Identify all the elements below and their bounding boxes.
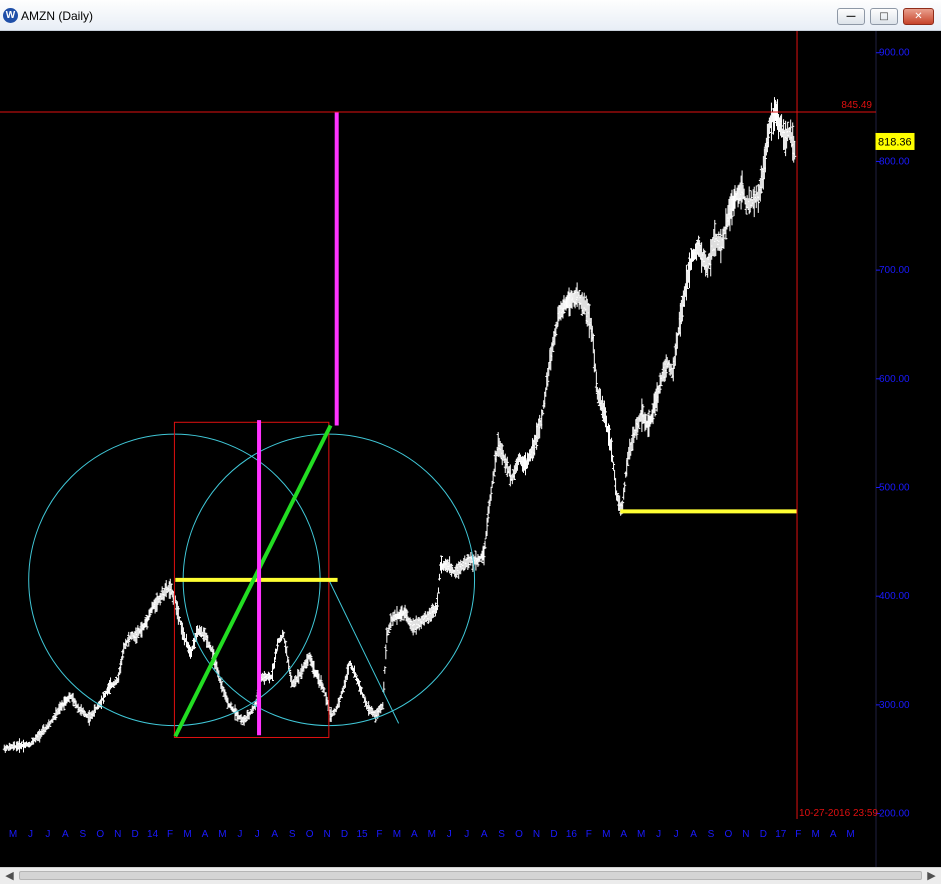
x-tick-label: S	[498, 829, 505, 840]
y-tick-label: 900.00	[879, 48, 910, 59]
x-tick-label: M	[637, 829, 645, 840]
x-tick-label: J	[255, 829, 260, 840]
x-tick-label: N	[323, 829, 330, 840]
x-tick-label: M	[846, 829, 854, 840]
x-tick-label: D	[760, 829, 767, 840]
x-tick-label: J	[464, 829, 469, 840]
last-price-label: 818.36	[878, 136, 912, 148]
y-tick-label: 800.00	[879, 156, 910, 167]
x-tick-label: O	[96, 829, 104, 840]
close-button[interactable]: ✕	[903, 8, 934, 25]
crosshair-time-label: 10-27-2016 23:59	[799, 808, 878, 819]
y-tick-label: 400.00	[879, 591, 910, 602]
x-tick-label: A	[411, 829, 418, 840]
app-logo-icon: W	[3, 8, 18, 23]
x-tick-label: A	[481, 829, 488, 840]
scroll-right-icon[interactable]: ▶	[923, 868, 940, 884]
x-tick-label: S	[708, 829, 715, 840]
x-tick-label: J	[237, 829, 242, 840]
x-tick-label: 15	[356, 829, 368, 840]
x-tick-label: F	[586, 829, 592, 840]
x-tick-label: J	[674, 829, 679, 840]
x-tick-label: A	[202, 829, 209, 840]
x-tick-label: N	[742, 829, 749, 840]
x-tick-label: A	[620, 829, 627, 840]
x-tick-label: O	[515, 829, 523, 840]
x-tick-label: J	[447, 829, 452, 840]
x-tick-label: D	[341, 829, 348, 840]
x-tick-label: J	[28, 829, 33, 840]
chart-canvas[interactable]: 200.00 300.00 400.00 500.00 600.00 700.00 800.…	[0, 31, 941, 867]
x-tick-label: O	[725, 829, 733, 840]
x-tick-label: F	[795, 829, 801, 840]
x-tick-label: D	[550, 829, 557, 840]
x-tick-label: A	[830, 829, 837, 840]
y-tick-label: 600.00	[879, 374, 910, 385]
x-tick-label: 16	[566, 829, 578, 840]
window-title: AMZN (Daily)	[21, 9, 93, 23]
x-tick-label: M	[9, 829, 17, 840]
x-tick-label: N	[114, 829, 121, 840]
x-tick-label: M	[393, 829, 401, 840]
horizontal-scrollbar[interactable]: ◀ ▶	[0, 867, 941, 884]
x-tick-label: M	[428, 829, 436, 840]
x-tick-label: O	[306, 829, 314, 840]
x-tick-label: N	[533, 829, 540, 840]
x-tick-label: S	[289, 829, 296, 840]
x-tick-label: D	[132, 829, 139, 840]
x-tick-label: S	[79, 829, 86, 840]
y-tick-label: 200.00	[879, 809, 910, 820]
x-tick-label: 14	[147, 829, 159, 840]
crosshair-price-label: 845.49	[841, 100, 872, 111]
maximize-button[interactable]: □	[870, 8, 898, 25]
x-tick-label: J	[656, 829, 661, 840]
y-tick-label: 300.00	[879, 700, 910, 711]
x-tick-label: J	[45, 829, 50, 840]
scroll-left-icon[interactable]: ◀	[1, 868, 18, 884]
x-tick-label: M	[183, 829, 191, 840]
window-titlebar: W AMZN (Daily) — □ ✕	[0, 0, 941, 31]
x-tick-label: M	[218, 829, 226, 840]
scroll-thumb[interactable]	[19, 871, 922, 880]
y-tick-label: 500.00	[879, 482, 910, 493]
x-tick-label: A	[690, 829, 697, 840]
x-tick-label: M	[602, 829, 610, 840]
x-tick-label: M	[812, 829, 820, 840]
y-tick-label: 700.00	[879, 265, 910, 276]
x-tick-label: A	[62, 829, 69, 840]
x-tick-label: 17	[775, 829, 787, 840]
x-tick-label: F	[376, 829, 382, 840]
x-tick-label: A	[271, 829, 278, 840]
minimize-button[interactable]: —	[837, 8, 865, 25]
price-chart[interactable]: 200.00 300.00 400.00 500.00 600.00 700.00 800.…	[0, 31, 941, 867]
x-tick-label: F	[167, 829, 173, 840]
